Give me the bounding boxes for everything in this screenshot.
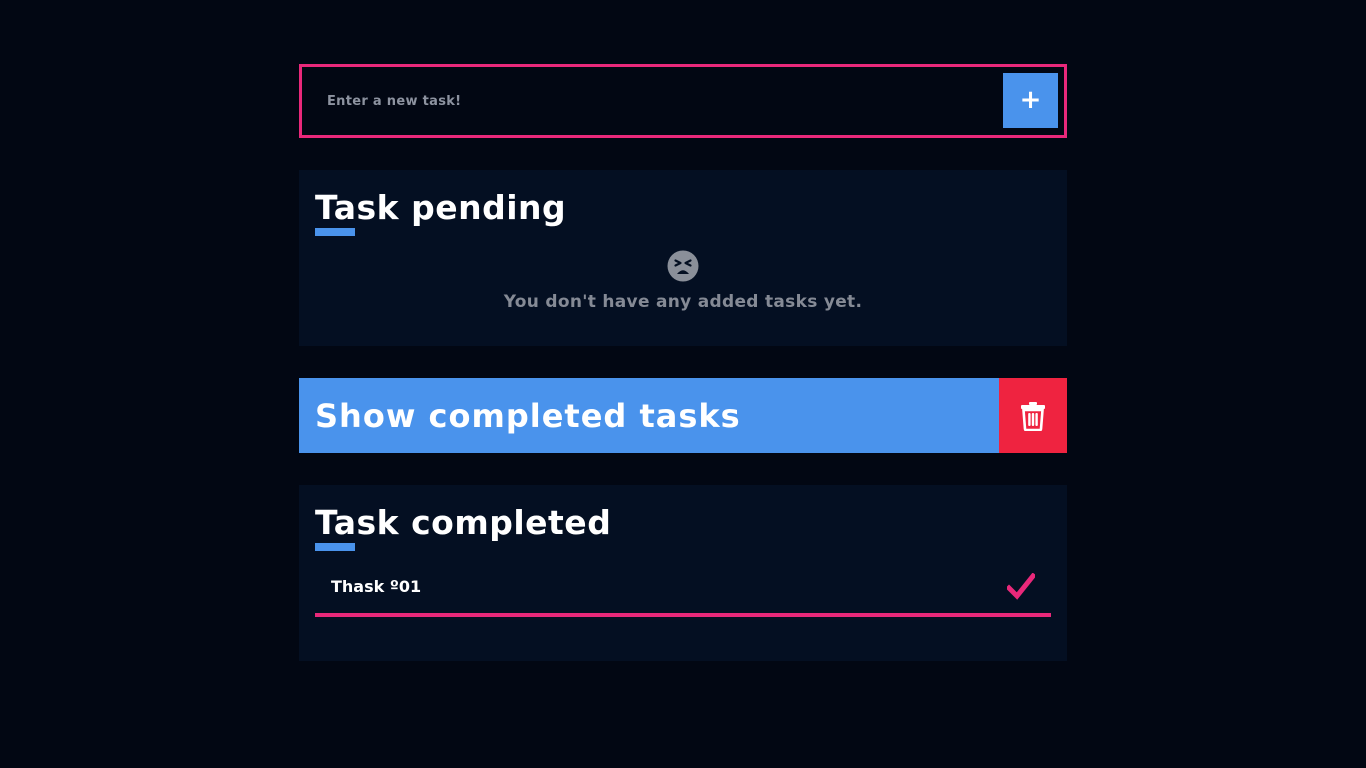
completed-task-item[interactable]: Thask º01: [315, 563, 1051, 617]
check-icon[interactable]: [1007, 573, 1035, 601]
add-task-button[interactable]: +: [1003, 73, 1058, 128]
title-underline: [315, 228, 355, 236]
delete-completed-button[interactable]: [999, 378, 1067, 453]
tired-face-icon: [667, 250, 699, 282]
completed-toggle-row: Show completed tasks: [299, 378, 1067, 453]
show-completed-tasks-button[interactable]: Show completed tasks: [299, 378, 999, 453]
new-task-input[interactable]: [305, 70, 995, 132]
title-underline: [315, 543, 355, 551]
pending-tasks-panel: Task pending You don't have any added ta…: [299, 170, 1067, 346]
new-task-form: +: [299, 64, 1067, 138]
completed-tasks-title: Task completed: [315, 503, 612, 542]
trash-icon: [1021, 401, 1045, 431]
completed-tasks-panel: Task completed Thask º01: [299, 485, 1067, 661]
todo-app: + Task pending You don't have any added …: [299, 64, 1067, 661]
empty-tasks-message: You don't have any added tasks yet.: [503, 292, 863, 312]
task-label: Thask º01: [331, 577, 422, 596]
pending-tasks-title: Task pending: [315, 188, 567, 227]
